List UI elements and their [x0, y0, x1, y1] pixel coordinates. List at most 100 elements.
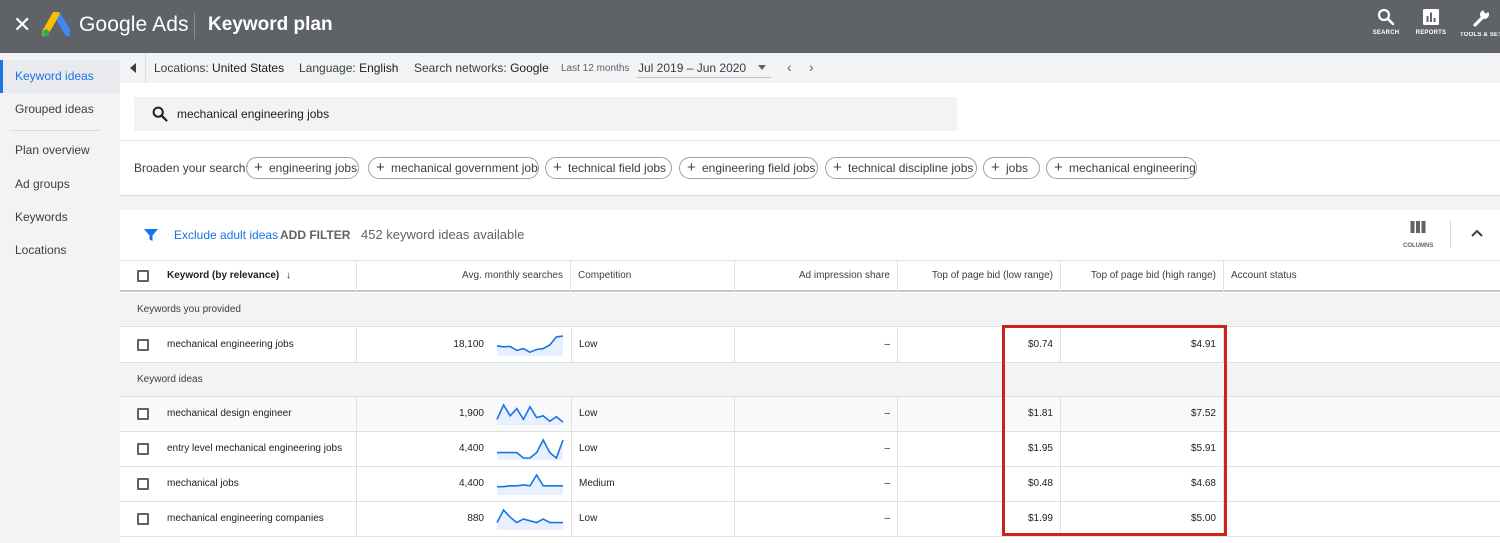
table-row[interactable]: mechanical engineering companies 880 Low…: [120, 502, 1500, 537]
keyword-search-input[interactable]: mechanical engineering jobs: [134, 97, 957, 131]
row-checkbox[interactable]: [137, 443, 149, 455]
column-header-ad-impression-share[interactable]: Ad impression share: [735, 261, 898, 292]
panel-gap: [120, 196, 1500, 210]
search-icon: [152, 106, 168, 122]
sidebar-item-grouped-ideas[interactable]: Grouped ideas: [0, 93, 120, 126]
chip-label: jobs: [1006, 161, 1029, 175]
search-tool-button[interactable]: SEARCH: [1366, 8, 1406, 36]
trend-sparkline: [496, 403, 564, 425]
keyword-cell: entry level mechanical engineering jobs: [160, 432, 357, 466]
keyword-cell: mechanical design engineer: [160, 397, 357, 431]
table-toolbar: Exclude adult ideas ADD FILTER 452 keywo…: [120, 210, 1500, 260]
close-icon[interactable]: ✕: [13, 14, 31, 36]
table-row[interactable]: mechanical jobs 4,400 Medium – $0.48 $4.…: [120, 467, 1500, 502]
table-row[interactable]: entry level mechanical engineering jobs …: [120, 432, 1500, 467]
plus-icon: +: [687, 159, 696, 176]
chip-label: technical discipline jobs: [848, 161, 974, 175]
keyword-cell: mechanical engineering jobs: [160, 328, 357, 362]
competition-cell: Low: [571, 502, 735, 536]
searches-cell: 4,400: [458, 478, 484, 489]
broaden-chip[interactable]: + technical discipline jobs: [825, 157, 977, 179]
collapse-sidebar-button[interactable]: [120, 53, 146, 83]
broaden-chip[interactable]: + engineering jobs: [246, 157, 359, 179]
broaden-chip[interactable]: + technical field jobs: [545, 157, 672, 179]
competition-cell: Medium: [571, 467, 735, 501]
plus-icon: +: [553, 159, 562, 176]
wrench-icon: [1473, 8, 1489, 27]
column-header-bid-high[interactable]: Top of page bid (high range): [1061, 261, 1224, 292]
previous-period-button[interactable]: ‹: [787, 59, 792, 75]
date-range-value: Jul 2019 – Jun 2020: [638, 61, 747, 75]
sort-arrow-icon: ↓: [286, 270, 292, 281]
broaden-chip[interactable]: + engineering field jobs: [679, 157, 818, 179]
language-filter[interactable]: Language: English: [299, 61, 398, 75]
columns-button[interactable]: COLUMNS: [1403, 220, 1433, 249]
column-header-account-status[interactable]: Account status: [1224, 261, 1500, 292]
table-header: Keyword (by relevance) ↓ Avg. monthly se…: [120, 260, 1500, 292]
ideas-count: 452 keyword ideas available: [361, 227, 525, 242]
sidebar: Keyword ideas Grouped ideas Plan overvie…: [0, 53, 120, 543]
row-checkbox[interactable]: [137, 513, 149, 525]
tools-settings-label: TOOLS & SETTINGS: [1460, 32, 1500, 38]
add-filter-button[interactable]: ADD FILTER: [280, 228, 350, 242]
row-checkbox[interactable]: [137, 339, 149, 351]
column-header-competition[interactable]: Competition: [571, 261, 735, 292]
competition-cell: Low: [571, 397, 735, 431]
next-period-button[interactable]: ›: [809, 59, 814, 75]
trend-sparkline: [496, 508, 563, 530]
brand-name: Google Ads: [79, 13, 189, 36]
networks-filter[interactable]: Search networks: Google: [414, 61, 549, 75]
chip-label: technical field jobs: [568, 161, 667, 175]
chip-label: engineering field jobs: [702, 161, 816, 175]
competition-cell: Low: [571, 432, 735, 466]
chevron-up-icon[interactable]: [1470, 228, 1484, 238]
broaden-label: Broaden your search:: [134, 161, 249, 175]
sidebar-item-keywords[interactable]: Keywords: [0, 201, 120, 234]
sidebar-item-plan-overview[interactable]: Plan overview: [0, 134, 120, 167]
select-all-checkbox[interactable]: [137, 270, 149, 282]
sidebar-item-keyword-ideas[interactable]: Keyword ideas: [0, 60, 120, 93]
column-header-avg-searches[interactable]: Avg. monthly searches: [357, 261, 571, 292]
broaden-chip[interactable]: + mechanical government job: [368, 157, 539, 179]
caret-left-icon: [130, 63, 136, 73]
locations-label: Locations:: [154, 61, 209, 75]
column-header-keyword[interactable]: Keyword (by relevance) ↓: [160, 261, 357, 292]
reports-tool-button[interactable]: REPORTS: [1411, 8, 1451, 36]
trend-sparkline: [496, 335, 564, 356]
table-row[interactable]: mechanical design engineer 1,900 Low – $…: [120, 397, 1500, 432]
dropdown-arrow-icon: [758, 65, 766, 70]
searches-cell: 880: [467, 513, 484, 524]
sidebar-item-ad-groups[interactable]: Ad groups: [0, 168, 120, 201]
keyword-header-label: Keyword (by relevance): [167, 270, 280, 281]
date-range-label: Last 12 months: [561, 63, 630, 74]
bid-range-highlight-box: [1002, 325, 1227, 536]
plus-icon: +: [254, 159, 263, 176]
table-row[interactable]: mechanical engineering jobs 18,100 Low –…: [120, 328, 1500, 363]
searches-cell: 4,400: [458, 443, 484, 454]
reports-tool-label: REPORTS: [1415, 30, 1447, 36]
plus-icon: +: [991, 159, 1000, 176]
trend-sparkline: [497, 438, 564, 460]
row-checkbox[interactable]: [137, 408, 149, 420]
keyword-cell: mechanical engineering companies: [160, 502, 357, 536]
exclude-adult-filter[interactable]: Exclude adult ideas: [174, 228, 278, 242]
ad-share-cell: –: [735, 432, 898, 466]
networks-label: Search networks:: [414, 61, 507, 75]
language-label: Language:: [299, 61, 356, 75]
tools-settings-button[interactable]: TOOLS & SETTINGS: [1460, 8, 1500, 43]
column-header-bid-low[interactable]: Top of page bid (low range): [898, 261, 1061, 292]
broaden-chip[interactable]: + mechanical engineering: [1046, 157, 1197, 179]
plus-icon: +: [376, 159, 385, 176]
google-ads-logo-icon: [42, 12, 70, 37]
locations-value: United States: [212, 61, 285, 75]
broaden-chip[interactable]: + jobs: [983, 157, 1040, 179]
ad-share-cell: –: [735, 467, 898, 501]
filter-funnel-icon[interactable]: [143, 227, 159, 243]
keyword-cell: mechanical jobs: [160, 467, 357, 501]
sidebar-item-locations[interactable]: Locations: [0, 234, 120, 267]
search-divider: [120, 140, 1500, 141]
locations-filter[interactable]: Locations: United States: [154, 61, 284, 75]
columns-icon: [1410, 221, 1426, 233]
row-checkbox[interactable]: [137, 478, 149, 490]
section-keywords-provided: Keywords you provided: [120, 293, 1500, 327]
